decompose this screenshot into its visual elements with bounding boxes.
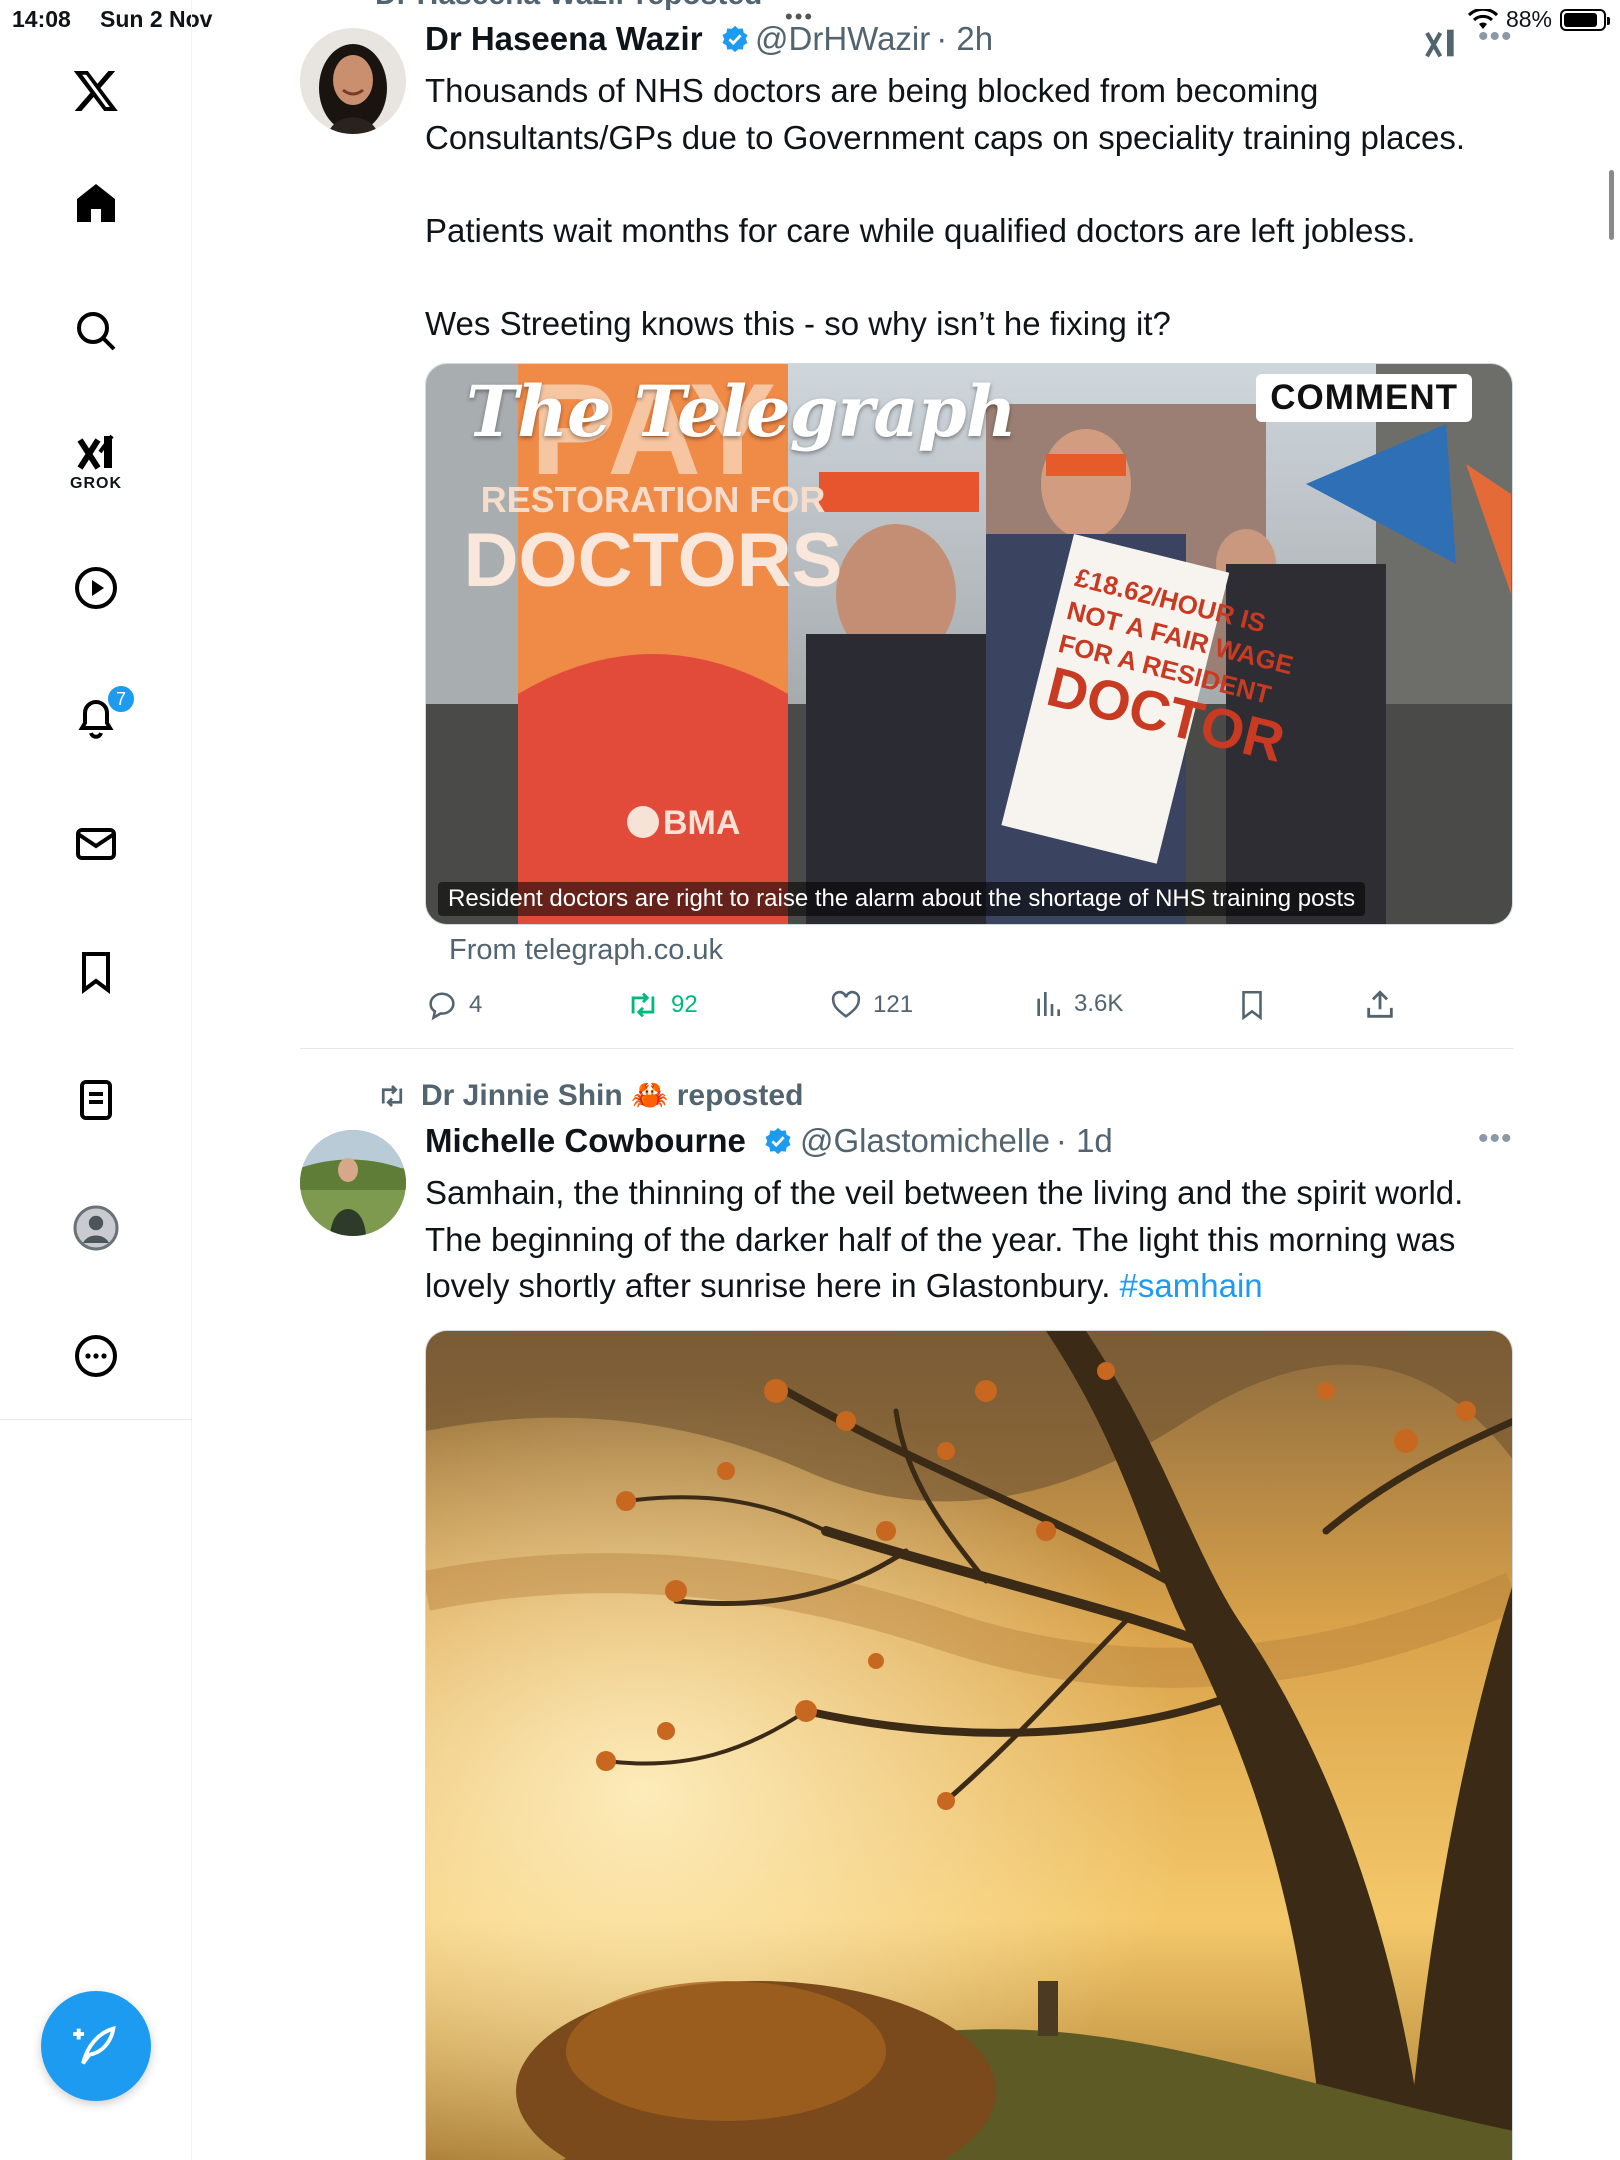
post-text-line: lovely shortly after sunrise here in Gla… (425, 1263, 1525, 1310)
post-more-options-icon[interactable]: ••• (1478, 20, 1513, 54)
timeline-feed[interactable]: Dr Haseena Wazir reposted Dr Haseena Waz… (0, 0, 1620, 2160)
handle-text: @DrHWazir (755, 20, 931, 57)
link-card-source[interactable]: From telegraph.co.uk (449, 934, 723, 967)
post-text-line: Wes Streeting knows this - so why isn’t … (425, 304, 1171, 342)
author-handle[interactable]: @DrHWazir · 2h (755, 20, 993, 58)
author-handle[interactable]: @Glastomichelle · 1d (800, 1122, 1113, 1160)
post-text-line: Patients wait months for care while qual… (425, 211, 1416, 249)
post-text-line: Thousands of NHS doctors are being block… (425, 72, 1319, 109)
comment-tag: COMMENT (1256, 374, 1472, 422)
bookmark-button[interactable] (1235, 988, 1269, 1022)
views-count: 3.6K (1074, 990, 1124, 1017)
author-name[interactable]: Dr Haseena Wazir (425, 20, 750, 58)
repost-small-icon (381, 1084, 403, 1107)
post-time: · 2h (936, 20, 994, 57)
post-actions: 4 92 121 3.6K (425, 988, 1525, 1028)
verified-badge-icon (765, 1127, 791, 1155)
post-text-line: The beginning of the darker half of the … (425, 1220, 1456, 1258)
repost-context: Dr Haseena Wazir reposted (375, 0, 762, 12)
author-name-text: Michelle Cowbourne (425, 1122, 746, 1159)
like-button[interactable]: 121 (829, 988, 913, 1022)
reply-icon (429, 992, 455, 1021)
share-icon (1367, 990, 1393, 1018)
author-name-text: Dr Haseena Wazir (425, 20, 703, 57)
post-photo-landscape (426, 1331, 1512, 2160)
post-text: Thousands of NHS doctors are being block… (425, 68, 1525, 347)
repost-count: 92 (671, 991, 698, 1018)
like-count: 121 (873, 991, 914, 1018)
grok-explain-icon[interactable] (1422, 26, 1462, 60)
views-button[interactable]: 3.6K (1032, 988, 1123, 1020)
author-avatar[interactable] (300, 28, 406, 134)
post-more-options-icon[interactable]: ••• (1478, 1122, 1513, 1156)
reply-count: 4 (469, 991, 483, 1018)
sign-bma-text: BMA (663, 804, 740, 842)
handle-text: @Glastomichelle (800, 1122, 1050, 1159)
post-text: Samhain, the thinning of the veil betwee… (425, 1170, 1525, 1310)
verified-badge-icon (722, 25, 748, 53)
repost-context-text[interactable]: Dr Jinnie Shin 🦀 reposted (421, 1078, 803, 1113)
repost-button[interactable]: 92 (625, 988, 698, 1022)
reply-button[interactable]: 4 (425, 988, 482, 1022)
link-card-title: Resident doctors are right to raise the … (438, 882, 1366, 916)
sign-line1-text: RESTORATION FOR (481, 479, 826, 520)
post-text-span: lovely shortly after sunrise here in Gla… (425, 1267, 1111, 1304)
post-time: · 1d (1055, 1122, 1113, 1159)
post-text-line (425, 254, 1525, 301)
repost-icon (631, 992, 655, 1018)
feed-scrollbar[interactable] (1609, 170, 1614, 240)
repost-context: Dr Jinnie Shin 🦀 reposted (375, 1078, 803, 1113)
telegraph-masthead: The Telegraph (466, 370, 1017, 453)
post-text-line: Samhain, the thinning of the veil betwee… (425, 1174, 1464, 1211)
author-avatar[interactable] (300, 1130, 406, 1236)
post-image[interactable] (425, 1330, 1513, 2160)
bookmark-icon (1242, 990, 1262, 1021)
link-card[interactable]: PAY RESTORATION FOR DOCTORS BMA £18.62/H… (425, 363, 1513, 925)
heart-icon (831, 990, 861, 1018)
post-text-line: Consultants/GPs due to Government caps o… (425, 118, 1466, 156)
post-separator (300, 1048, 1513, 1049)
share-button[interactable] (1363, 988, 1397, 1022)
author-name[interactable]: Michelle Cowbourne (425, 1122, 793, 1160)
hashtag-link[interactable]: #samhain (1120, 1267, 1263, 1304)
post-text-line (425, 161, 1525, 208)
sign-line2-text: DOCTORS (464, 518, 843, 603)
views-chart-icon (1037, 992, 1060, 1016)
